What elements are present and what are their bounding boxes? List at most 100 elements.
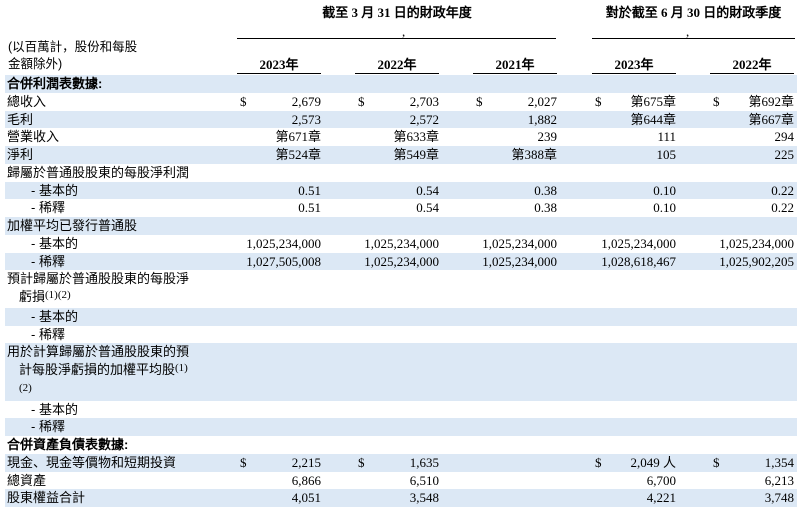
fiscal-quarter-group-rule	[592, 38, 795, 39]
cell-fy2022: $2,703	[355, 93, 439, 111]
cell-q2022: 225	[710, 146, 795, 164]
cell-q2022: 1,025,234,000	[710, 235, 794, 253]
cell-fy2022: 1,025,234,000	[355, 235, 439, 253]
cell-value: 第671章	[275, 129, 321, 145]
table-row-shares-basic: - 基本的 1,025,234,000 1,025,234,000 1,025,…	[5, 235, 797, 253]
cell-value: 0.22	[771, 182, 794, 198]
cell-q2023: 105	[592, 146, 677, 164]
column-header-q2022: 2022年	[710, 57, 794, 74]
table-row-gross-profit: 毛利 2,573 2,572 1,882 第644章 第667章	[5, 110, 797, 129]
row-label: - 基本的	[31, 401, 78, 417]
row-label: - 基本的	[31, 308, 78, 324]
cell-value: 1,025,902,205	[719, 253, 794, 269]
cell-fy2022: 第549章	[355, 146, 439, 164]
cell-value: 0.22	[771, 200, 794, 216]
cell-fy2023: 6,866	[237, 472, 321, 490]
cell-value: 6,213	[764, 472, 794, 488]
currency-symbol: $	[595, 93, 602, 109]
cell-value: 0.38	[534, 200, 557, 216]
cell-fy2021	[473, 454, 557, 472]
table-row-eps-diluted: - 稀釋 0.51 0.54 0.38 0.10 0.22	[5, 199, 797, 217]
cell-value: 0.54	[416, 200, 439, 216]
table-row-shares-diluted: - 稀釋 1,027,505,008 1,025,234,000 1,025,2…	[5, 252, 797, 271]
row-label-line: 計每股淨虧損的加權平均股(1)	[7, 361, 797, 381]
cell-value: 第388章	[511, 147, 557, 162]
row-label: 預計歸屬於普通股股東的每股淨 虧損(1)(2)	[5, 270, 797, 308]
fiscal-year-group-title: 截至 3 月 31 日的財政年度	[322, 5, 472, 20]
cell-fy2023: 0.51	[237, 182, 321, 200]
cell-value: 3,548	[409, 490, 439, 506]
currency-symbol: $	[358, 93, 365, 109]
cell-value: 2,215	[291, 454, 321, 470]
row-label-text: 虧損	[19, 289, 46, 304]
fiscal-quarter-group-title: 對於截至 6 月 30 日的財政季度	[605, 5, 782, 20]
cell-fy2023: 第524章	[237, 146, 321, 164]
table-row-operating-income: 營業收入 第671章 第633章 239 111 294	[5, 128, 797, 146]
cell-value: 225	[774, 147, 795, 162]
row-label: - 稀釋	[31, 419, 65, 435]
cell-fy2021: 1,882	[473, 111, 557, 129]
row-label-line: 預計歸屬於普通股股東的每股淨	[7, 271, 190, 287]
table-row-total-assets: 總資產 6,866 6,510 6,700 6,213	[5, 472, 797, 490]
footnote-ref: (2)	[19, 381, 32, 394]
cell-value: 1,025,234,000	[364, 253, 439, 269]
row-label-text: 計每股淨虧損的加權平均股	[19, 362, 176, 377]
cell-fy2021	[473, 489, 557, 507]
cell-q2022: 3,748	[710, 489, 794, 507]
cell-value: 6,866	[291, 472, 321, 488]
cell-value: 第692章	[748, 93, 794, 109]
cell-fy2022: $1,635	[355, 454, 439, 472]
table-row-total-equity: 股東權益合計 4,051 3,548 4,221 3,748	[5, 489, 797, 507]
cell-value: 1,027,505,008	[246, 253, 321, 269]
cell-fy2022: 6,510	[355, 472, 439, 490]
cell-value: 第675章	[630, 93, 676, 109]
cell-q2022: 0.22	[710, 182, 794, 200]
units-note-line: (以百萬計，股份和每股	[8, 40, 138, 54]
cell-value: 1,025,234,000	[482, 253, 557, 269]
cell-value: 105	[656, 147, 677, 162]
table-row-weighted-shares-heading: 加權平均已發行普通股	[5, 217, 797, 235]
cell-value: 294	[774, 129, 795, 145]
cell-value: 1,025,234,000	[364, 235, 439, 251]
cell-value: 1,025,234,000	[246, 235, 321, 251]
cell-fy2022: 0.54	[355, 199, 439, 217]
units-note-line: 金額除外)	[8, 57, 63, 71]
cell-q2023: 6,700	[592, 472, 676, 490]
table-row-total-revenue: 總收入 $2,679 $2,703 $2,027 $ 第675章 $ 第692章	[5, 93, 797, 111]
currency-symbol: $	[240, 454, 247, 470]
cell-fy2022: 0.54	[355, 182, 439, 200]
row-label: 用於計算歸屬於普通股股東的預 計每股淨虧損的加權平均股(1) (2)	[5, 343, 797, 400]
cell-fy2021: 0.38	[473, 182, 557, 200]
cell-fy2021	[473, 472, 557, 490]
cell-fy2022: 第633章	[355, 128, 439, 146]
column-header-fy2021: 2021年	[473, 57, 557, 74]
section-header-income-statement: 合併利潤表數據:	[5, 75, 797, 93]
cell-value: 1,354	[764, 454, 794, 470]
cell-q2022: 6,213	[710, 472, 794, 490]
cell-q2023: 1,028,618,467	[592, 253, 676, 271]
cell-value: 0.10	[653, 200, 676, 216]
cell-fy2021: 1,025,234,000	[473, 235, 557, 253]
cell-value: 1,882	[527, 111, 557, 127]
table-row-net-income: 淨利 第524章 第549章 第388章 105 225	[5, 146, 797, 164]
cell-value: 6,700	[646, 472, 676, 488]
cell-fy2023: $2,215	[237, 454, 321, 472]
cell-fy2023: 2,573	[237, 111, 321, 129]
currency-symbol: $	[595, 454, 602, 470]
section-header-balance-sheet: 合併資產負債表數據:	[5, 436, 797, 454]
currency-symbol: $	[476, 93, 483, 109]
currency-symbol: $	[713, 454, 720, 470]
cell-value: 0.51	[298, 182, 321, 198]
cell-value: 3,748	[764, 490, 794, 506]
cell-fy2023: 第671章	[237, 128, 321, 146]
cell-q2022: 0.22	[710, 199, 794, 217]
cell-value: 1,635	[409, 454, 439, 470]
cell-q2023: $2,049 人	[592, 454, 676, 472]
cell-value: 0.51	[298, 200, 321, 216]
table-row-eps-heading: 歸屬於普通股股東的每股淨利潤	[5, 164, 797, 182]
cell-value: 第667章	[748, 111, 794, 127]
cell-fy2023: 4,051	[237, 489, 321, 507]
cell-value: 2,703	[409, 93, 439, 109]
cell-value: 第549章	[393, 147, 439, 162]
section-title: 合併利潤表數據:	[7, 76, 103, 91]
